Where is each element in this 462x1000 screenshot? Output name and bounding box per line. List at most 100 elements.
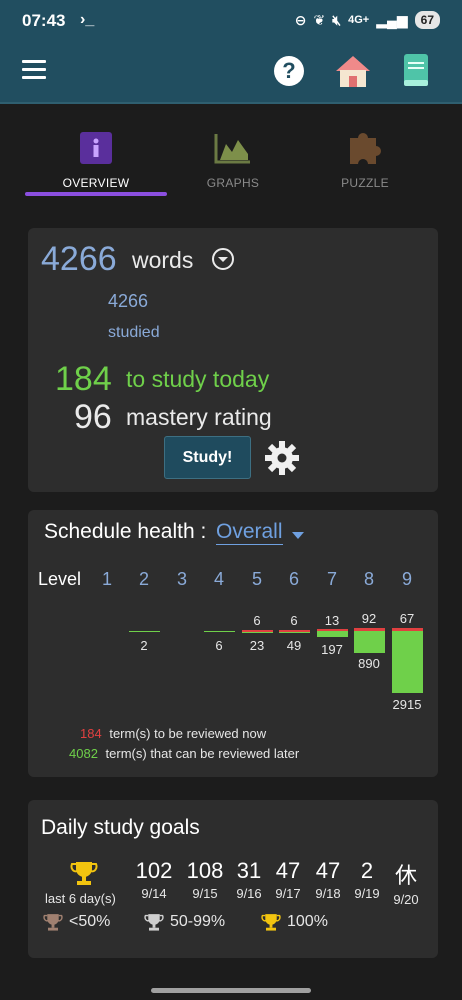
- info-icon: [80, 132, 112, 164]
- active-tab-indicator: [25, 192, 167, 196]
- later-bar-7: [317, 631, 348, 637]
- level-label: Level: [38, 569, 82, 589]
- gear-icon[interactable]: [264, 440, 300, 476]
- day-value: 47: [275, 858, 301, 883]
- day-date: 9/14: [141, 886, 167, 901]
- study-button[interactable]: Study!: [164, 436, 251, 479]
- book-icon[interactable]: [404, 54, 428, 86]
- menu-icon[interactable]: [22, 60, 46, 82]
- later-bar-9: [392, 631, 423, 693]
- later-count-4: 6: [215, 638, 223, 653]
- day-col-5: 47 9/18: [306, 858, 350, 901]
- day-date: 9/16: [236, 886, 262, 901]
- due-count-7: 13: [324, 613, 340, 628]
- later-count-8: 890: [358, 656, 380, 671]
- gesture-nav-handle[interactable]: [151, 988, 311, 993]
- status-icons: ⊖ ❦ 🔇︎ 4G+ ▂▄▆ 67: [295, 11, 440, 29]
- day-value: 102: [135, 858, 173, 883]
- help-icon[interactable]: ?: [274, 56, 304, 86]
- legend-due-count: 184: [80, 726, 102, 741]
- level-1: 1: [101, 569, 112, 589]
- tab-puzzle[interactable]: PUZZLE: [290, 130, 440, 200]
- dropdown-arrow-icon[interactable]: [292, 532, 304, 539]
- terminal-icon: ›_: [80, 11, 95, 28]
- legend-due-text: term(s) to be reviewed now: [109, 726, 267, 741]
- mastery-label: mastery rating: [126, 404, 272, 430]
- level-6: 6: [288, 569, 299, 589]
- day-col-1: 102 9/14: [132, 858, 176, 901]
- level-2: 2: [138, 569, 149, 589]
- health-title: Schedule health :: [44, 520, 207, 543]
- legend-silver: 50-99%: [144, 912, 225, 932]
- legend-later-text: term(s) that can be reviewed later: [105, 746, 300, 761]
- tab-graphs[interactable]: GRAPHS: [158, 130, 308, 200]
- bronze-trophy-icon: [43, 914, 63, 931]
- day-col-3: 31 9/16: [227, 858, 271, 901]
- tab-overview[interactable]: OVERVIEW: [21, 130, 171, 200]
- day-col-4: 47 9/17: [266, 858, 310, 901]
- signal-icon: ▂▄▆: [376, 11, 408, 28]
- chevron-down-icon[interactable]: [212, 248, 234, 270]
- day-date: 9/18: [315, 886, 341, 901]
- later-bar-2: [129, 631, 160, 632]
- home-icon[interactable]: [334, 54, 372, 88]
- due-count-8: 92: [361, 611, 377, 626]
- day-col-2: 108 9/15: [183, 858, 227, 901]
- level-9: 9: [401, 569, 412, 589]
- words-count: 4266: [41, 240, 117, 278]
- tab-puzzle-label: PUZZLE: [341, 176, 389, 190]
- tab-graphs-label: GRAPHS: [206, 176, 260, 190]
- network-label: 4G+: [348, 14, 370, 26]
- due-count-5: 6: [253, 613, 261, 628]
- legend-bronze: <50%: [43, 912, 110, 932]
- level-8: 8: [363, 569, 374, 589]
- mute-icon: 🔇︎: [332, 11, 342, 28]
- leaf-icon: ❦: [313, 11, 326, 28]
- goals-title: Daily study goals: [41, 816, 200, 839]
- tab-overview-label: OVERVIEW: [62, 176, 130, 190]
- later-count-6: 49: [286, 638, 302, 653]
- later-count-5: 23: [249, 638, 265, 653]
- level-7: 7: [326, 569, 337, 589]
- legend-due: 184 term(s) to be reviewed now: [80, 726, 266, 741]
- day-date: 9/19: [354, 886, 380, 901]
- day-col-7: 休 9/20: [384, 858, 428, 907]
- status-bar: 07:43 ›_ ⊖ ❦ 🔇︎ 4G+ ▂▄▆ 67: [0, 0, 462, 40]
- day-value: 休: [394, 863, 417, 888]
- overall-select[interactable]: Overall: [216, 520, 283, 545]
- due-count-6: 6: [290, 613, 298, 628]
- area-chart-icon: [214, 134, 250, 164]
- battery-icon: 67: [414, 11, 440, 29]
- gold-trophy-icon: [70, 862, 98, 885]
- legend-silver-label: 50-99%: [170, 913, 226, 930]
- later-count-2: 2: [140, 638, 148, 653]
- day-date: 9/20: [393, 892, 419, 907]
- later-bar-6: [279, 632, 310, 633]
- legend-gold: 100%: [261, 912, 328, 932]
- level-5: 5: [251, 569, 262, 589]
- today-count: 184: [55, 360, 112, 398]
- puzzle-icon: [350, 133, 381, 164]
- mastery-value: 96: [74, 398, 112, 436]
- overview-card: 4266 words 4266 studied 184 to study tod…: [28, 228, 438, 492]
- today-label: to study today: [126, 366, 270, 392]
- legend-later-count: 4082: [69, 746, 98, 761]
- legend-bronze-label: <50%: [69, 913, 111, 930]
- day-col-6: 2 9/19: [345, 858, 389, 901]
- later-bar-5: [242, 632, 273, 633]
- later-count-9: 2915: [392, 697, 422, 712]
- day-date: 9/17: [275, 886, 301, 901]
- daily-goals-card: Daily study goals last 6 day(s) 102 9/14…: [28, 800, 438, 958]
- day-value: 108: [186, 858, 224, 883]
- silver-trophy-icon: [144, 914, 164, 931]
- level-3: 3: [176, 569, 187, 589]
- legend-later: 4082 term(s) that can be reviewed later: [69, 746, 299, 761]
- schedule-health-card: Schedule health : Overall Level 1 2 3 4 …: [28, 510, 438, 777]
- studied-label: studied: [108, 324, 160, 341]
- app-bar: ?: [0, 40, 462, 104]
- legend-gold-label: 100%: [287, 913, 328, 930]
- level-4: 4: [213, 569, 224, 589]
- day-value: 47: [315, 858, 341, 883]
- later-bar-4: [204, 631, 235, 632]
- day-value: 2: [360, 858, 374, 883]
